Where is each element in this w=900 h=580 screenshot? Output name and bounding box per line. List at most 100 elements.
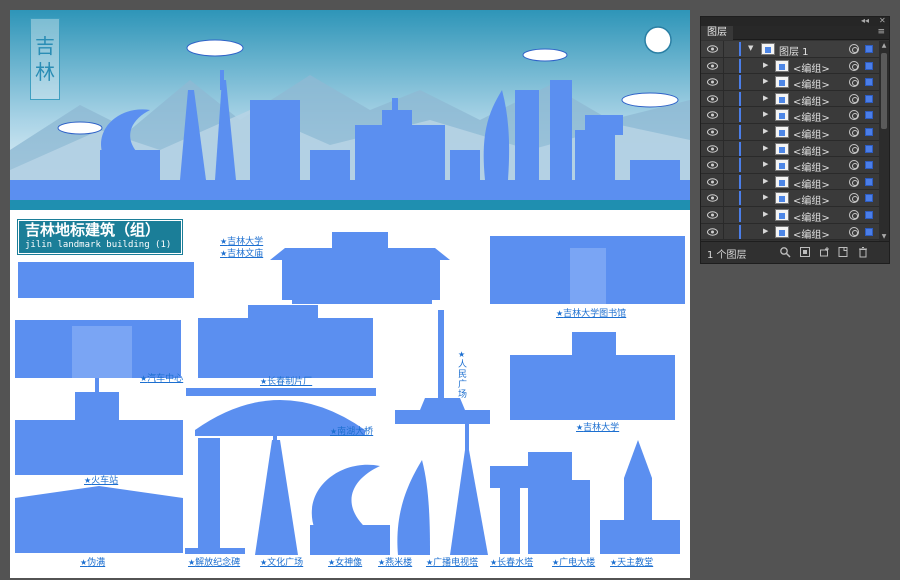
visibility-eye-icon[interactable] bbox=[707, 194, 718, 203]
delete-icon[interactable] bbox=[857, 246, 869, 258]
layer-name[interactable]: <编组> bbox=[793, 209, 830, 224]
layer-row-group[interactable]: ▶ <编组> bbox=[701, 90, 879, 108]
layer-row-group[interactable]: ▶ <编组> bbox=[701, 173, 879, 191]
selection-indicator[interactable] bbox=[865, 94, 873, 103]
layer-row-group[interactable]: ▶ <编组> bbox=[701, 57, 879, 75]
layer-list-scrollbar[interactable]: ▲ ▼ bbox=[879, 41, 889, 241]
scroll-down-icon[interactable]: ▼ bbox=[879, 232, 889, 241]
target-icon[interactable] bbox=[849, 127, 859, 137]
lock-toggle[interactable] bbox=[723, 57, 724, 74]
expand-right-icon[interactable]: ▶ bbox=[763, 77, 768, 85]
selection-indicator[interactable] bbox=[865, 227, 873, 236]
close-panel-icon[interactable]: ✕ bbox=[879, 16, 886, 25]
visibility-eye-icon[interactable] bbox=[707, 111, 718, 120]
layer-name[interactable]: <编组> bbox=[793, 143, 830, 158]
lock-toggle[interactable] bbox=[723, 124, 724, 140]
layer-row-group[interactable]: ▶ <编组> bbox=[701, 107, 879, 124]
layer-name[interactable]: <编组> bbox=[793, 192, 830, 207]
selection-indicator[interactable] bbox=[865, 45, 873, 53]
visibility-eye-icon[interactable] bbox=[707, 178, 718, 186]
collapse-panel-icon[interactable]: ◂◂ bbox=[861, 16, 869, 25]
layer-name[interactable]: <编组> bbox=[793, 76, 830, 91]
selection-indicator[interactable] bbox=[865, 161, 873, 170]
search-icon[interactable] bbox=[779, 246, 791, 258]
lock-toggle[interactable] bbox=[723, 74, 724, 90]
target-icon[interactable] bbox=[849, 193, 859, 204]
layer-name[interactable]: <编组> bbox=[793, 176, 830, 191]
visibility-eye-icon[interactable] bbox=[707, 95, 718, 103]
expand-right-icon[interactable]: ▶ bbox=[763, 177, 768, 185]
target-icon[interactable] bbox=[849, 60, 859, 71]
scroll-thumb[interactable] bbox=[881, 53, 887, 129]
layer-name[interactable]: <编组> bbox=[793, 226, 830, 241]
visibility-eye-icon[interactable] bbox=[707, 227, 718, 236]
selection-indicator[interactable] bbox=[865, 194, 873, 203]
selection-indicator[interactable] bbox=[865, 111, 873, 120]
layer-row-group[interactable]: ▶ <编组> bbox=[701, 140, 879, 158]
make-clipping-mask-icon[interactable] bbox=[799, 246, 811, 258]
target-icon[interactable] bbox=[849, 176, 859, 187]
lock-toggle[interactable] bbox=[723, 90, 724, 107]
target-icon[interactable] bbox=[849, 77, 859, 88]
expand-right-icon[interactable]: ▶ bbox=[763, 227, 768, 235]
layer-color-bar bbox=[739, 208, 741, 222]
expand-right-icon[interactable]: ▶ bbox=[763, 127, 768, 135]
layer-row-group[interactable]: ▶ <编组> bbox=[701, 190, 879, 207]
layer-row-group[interactable]: ▶ <编组> bbox=[701, 223, 879, 241]
lock-toggle[interactable] bbox=[723, 223, 724, 240]
visibility-eye-icon[interactable] bbox=[707, 211, 718, 219]
lock-toggle[interactable] bbox=[723, 41, 724, 57]
layer-thumbnail bbox=[775, 175, 789, 188]
expand-right-icon[interactable]: ▶ bbox=[763, 193, 768, 201]
expand-down-icon[interactable]: ▼ bbox=[748, 44, 753, 52]
lock-toggle[interactable] bbox=[723, 207, 724, 223]
tab-layers[interactable]: 图层 bbox=[701, 26, 733, 40]
selection-indicator[interactable] bbox=[865, 78, 873, 87]
layer-name[interactable]: 图层 1 bbox=[779, 43, 809, 58]
layer-name[interactable]: <编组> bbox=[793, 109, 830, 124]
layer-name[interactable]: <编组> bbox=[793, 60, 830, 75]
visibility-eye-icon[interactable] bbox=[707, 45, 718, 53]
visibility-eye-icon[interactable] bbox=[707, 144, 718, 153]
layer-name[interactable]: <编组> bbox=[793, 126, 830, 141]
panel-title-bar[interactable]: ◂◂ ✕ bbox=[701, 16, 889, 26]
expand-right-icon[interactable]: ▶ bbox=[763, 110, 768, 118]
panel-menu-icon[interactable]: ≡ bbox=[877, 27, 885, 37]
visibility-eye-icon[interactable] bbox=[707, 161, 718, 169]
lock-toggle[interactable] bbox=[723, 173, 724, 190]
expand-right-icon[interactable]: ▶ bbox=[763, 144, 768, 152]
layer-row-group[interactable]: ▶ <编组> bbox=[701, 157, 879, 174]
lock-toggle[interactable] bbox=[723, 190, 724, 206]
target-icon[interactable] bbox=[849, 110, 859, 121]
target-icon[interactable] bbox=[849, 44, 859, 54]
expand-right-icon[interactable]: ▶ bbox=[763, 210, 768, 218]
target-icon[interactable] bbox=[849, 160, 859, 171]
create-sublayer-icon[interactable] bbox=[819, 246, 831, 258]
target-icon[interactable] bbox=[849, 93, 859, 104]
target-icon[interactable] bbox=[849, 143, 859, 154]
selection-indicator[interactable] bbox=[865, 177, 873, 186]
scroll-up-icon[interactable]: ▲ bbox=[879, 41, 889, 50]
expand-right-icon[interactable]: ▶ bbox=[763, 160, 768, 168]
selection-indicator[interactable] bbox=[865, 211, 873, 219]
lock-toggle[interactable] bbox=[723, 107, 724, 123]
lock-toggle[interactable] bbox=[723, 140, 724, 157]
visibility-eye-icon[interactable] bbox=[707, 61, 718, 70]
target-icon[interactable] bbox=[849, 226, 859, 237]
selection-indicator[interactable] bbox=[865, 128, 873, 136]
expand-right-icon[interactable]: ▶ bbox=[763, 94, 768, 102]
layer-row-group[interactable]: ▶ <编组> bbox=[701, 124, 879, 141]
lock-toggle[interactable] bbox=[723, 157, 724, 173]
layer-name[interactable]: <编组> bbox=[793, 93, 830, 108]
visibility-eye-icon[interactable] bbox=[707, 128, 718, 136]
selection-indicator[interactable] bbox=[865, 144, 873, 153]
target-icon[interactable] bbox=[849, 210, 859, 220]
selection-indicator[interactable] bbox=[865, 61, 873, 70]
layer-name[interactable]: <编组> bbox=[793, 159, 830, 174]
layer-row-group[interactable]: ▶ <编组> bbox=[701, 74, 879, 91]
visibility-eye-icon[interactable] bbox=[707, 78, 718, 86]
layer-row-group[interactable]: ▶ <编组> bbox=[701, 207, 879, 224]
layer-row-top[interactable]: ▼ 图层 1 bbox=[701, 41, 879, 58]
expand-right-icon[interactable]: ▶ bbox=[763, 61, 768, 69]
new-layer-icon[interactable] bbox=[837, 246, 849, 258]
